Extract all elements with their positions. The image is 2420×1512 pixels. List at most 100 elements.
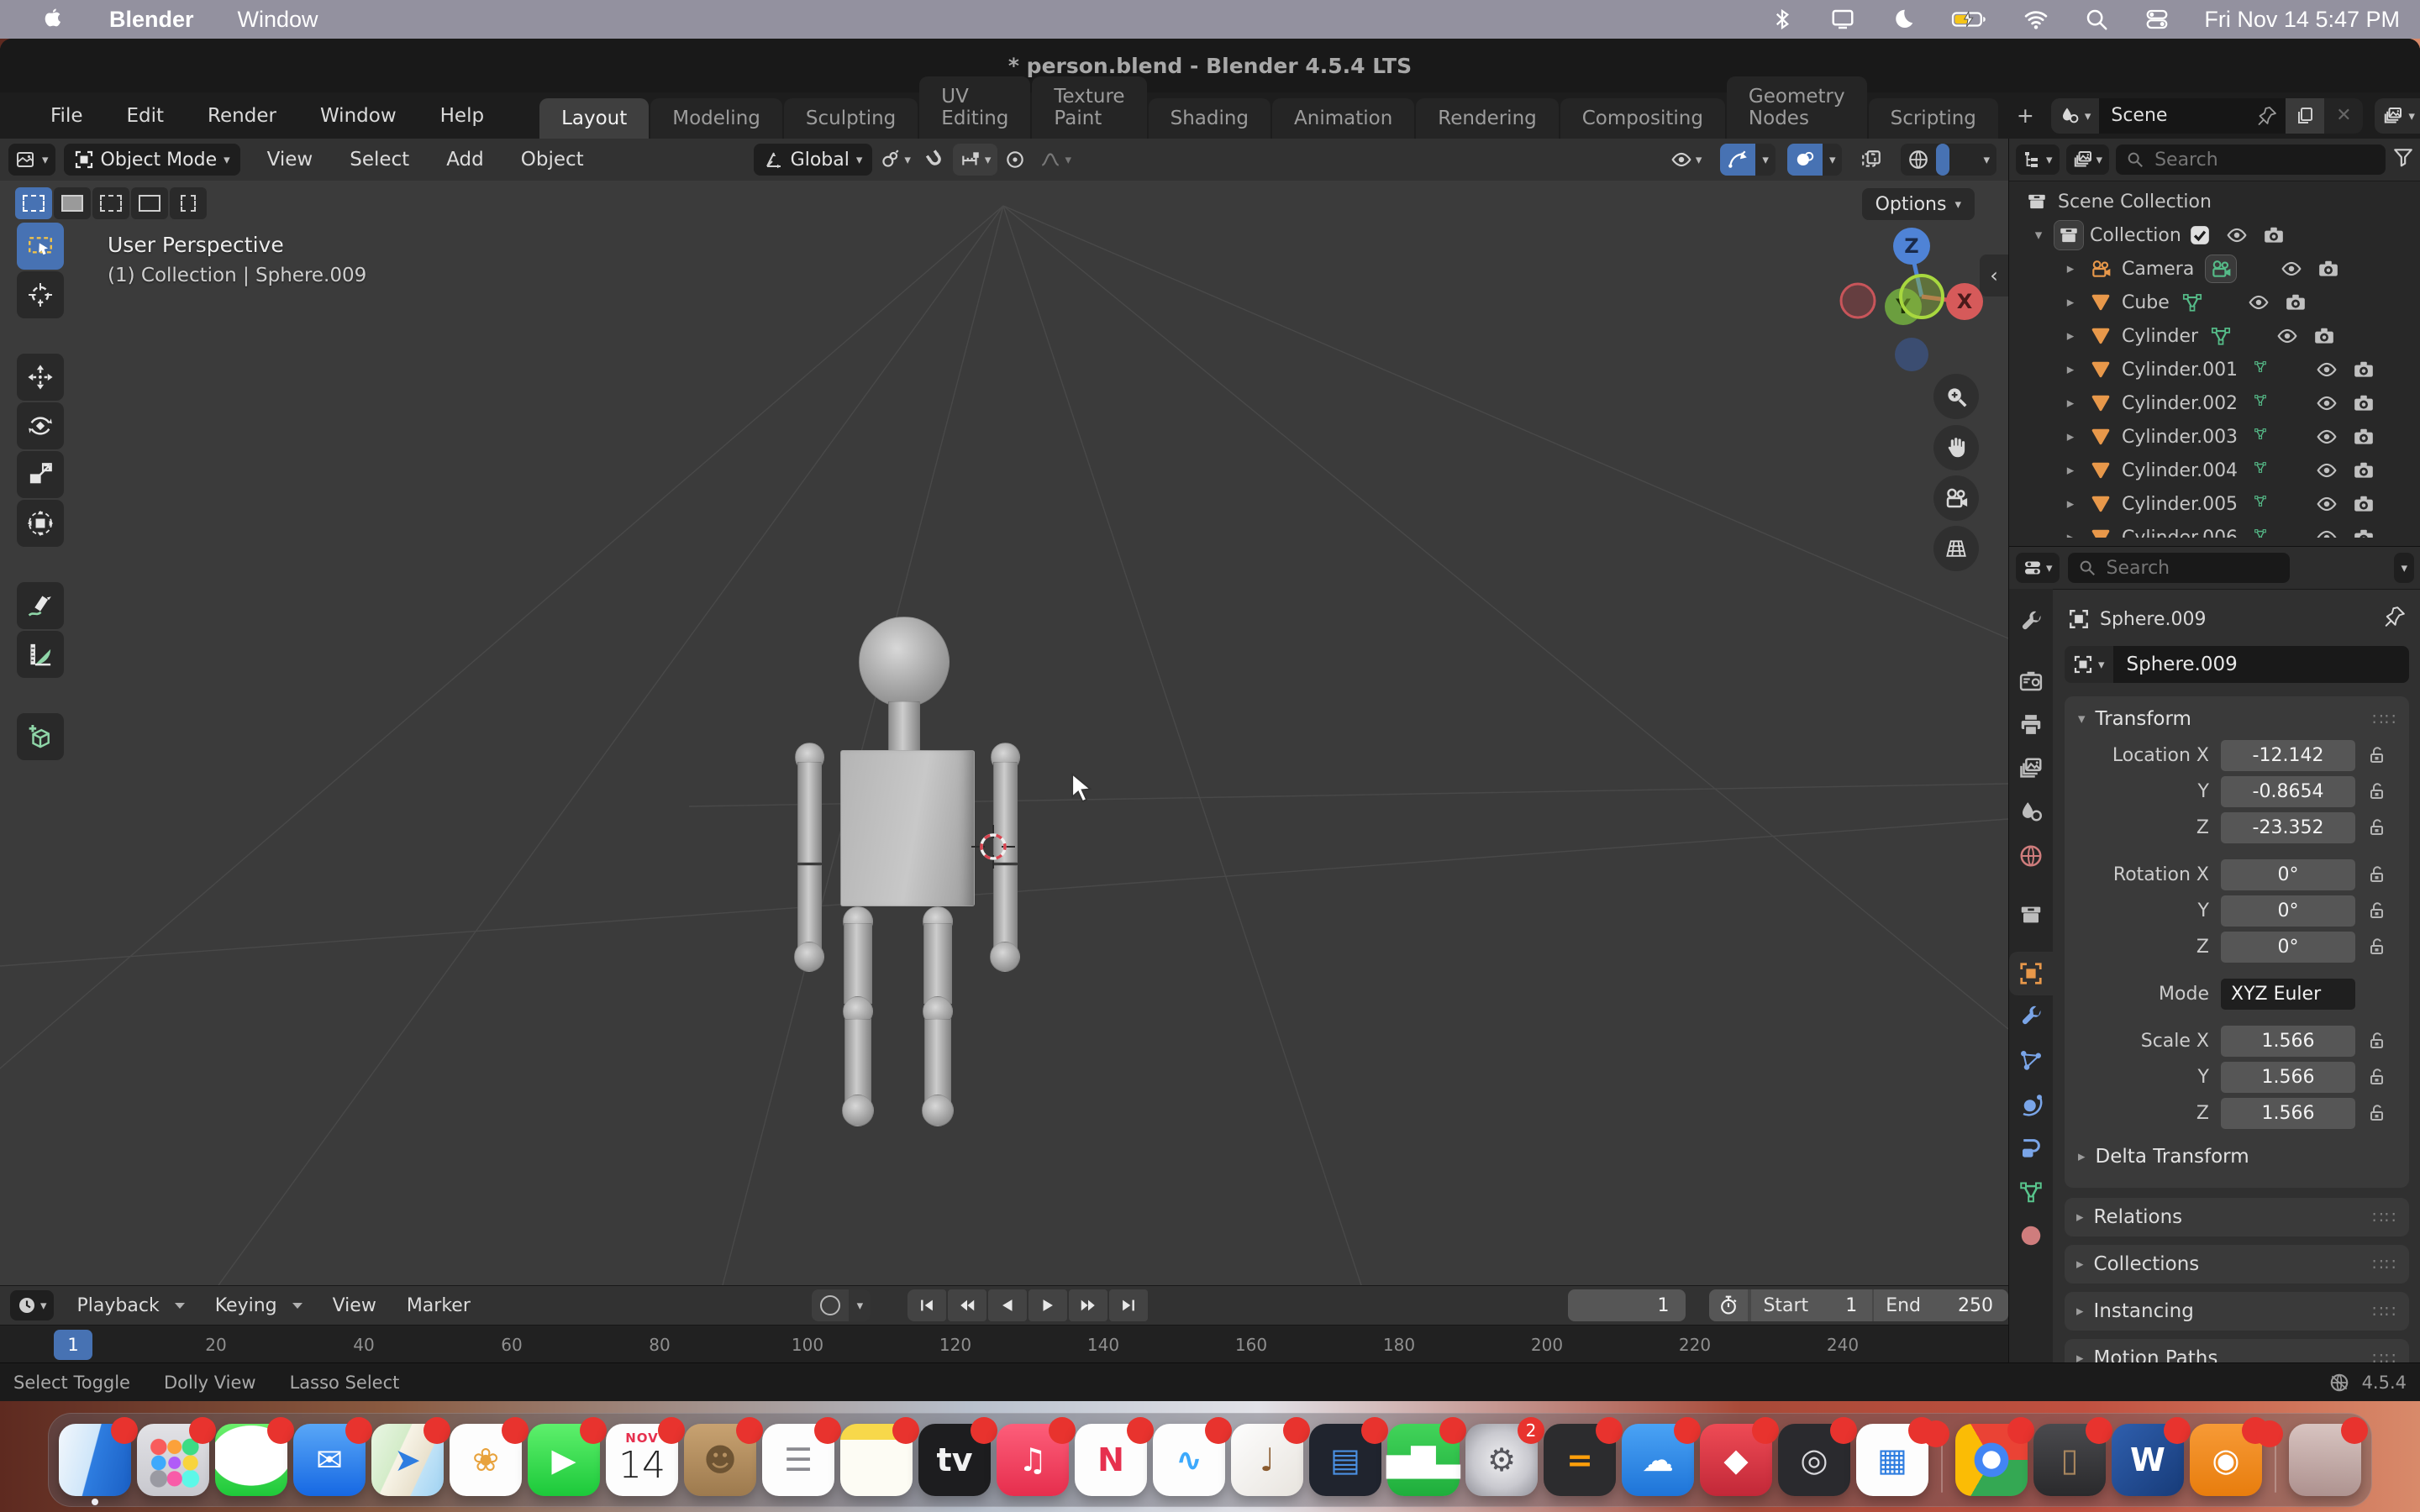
pan-view-hand-button[interactable] <box>1933 425 1979 470</box>
outliner-row-cylinder[interactable]: ▸ Cylinder <box>2009 319 2420 353</box>
properties-tab-output[interactable] <box>2009 703 2053 747</box>
dock-icon-photos[interactable]: ❀ <box>450 1424 522 1496</box>
dock-icon-maps[interactable]: ➤ <box>371 1424 444 1496</box>
menubar-menu-window[interactable]: Window <box>238 7 318 33</box>
hide-in-viewport-eye-icon[interactable] <box>2308 459 2345 481</box>
viewport-menu[interactable]: View <box>249 149 332 171</box>
rotation-z-field[interactable]: 0° <box>2221 932 2355 963</box>
dock-icon-news[interactable]: N <box>1075 1424 1147 1496</box>
object-name[interactable]: Collection <box>2090 225 2181 246</box>
workspace-tab[interactable]: Animation <box>1272 98 1414 139</box>
properties-search[interactable] <box>2068 553 2290 583</box>
panel-relations[interactable]: ▸Relations ∷∷ <box>2065 1198 2409 1236</box>
dock-icon-system-settings[interactable]: ⚙ 2 <box>1465 1424 1538 1496</box>
pin-id-icon[interactable] <box>2384 606 2406 633</box>
dock-icon-trash[interactable] <box>2289 1424 2361 1496</box>
disable-in-renders-camera-icon[interactable] <box>2310 258 2347 280</box>
editor-type-selector[interactable]: ▾ <box>8 144 55 176</box>
expand-toggle[interactable]: ▸ <box>2054 428 2086 445</box>
disable-in-renders-camera-icon[interactable] <box>2345 459 2382 481</box>
toggle-xray-button[interactable] <box>1854 144 1889 176</box>
outliner-row-cylinder-004[interactable]: ▸ Cylinder.004 <box>2009 454 2420 487</box>
gizmo-settings-dropdown[interactable]: ▾ <box>1755 144 1776 176</box>
dock-icon-music[interactable]: ♫ <box>997 1424 1069 1496</box>
dock-icon-calendar[interactable]: NOV 14 <box>606 1424 678 1496</box>
play-reverse-button[interactable] <box>988 1289 1027 1321</box>
rotation-mode-dropdown[interactable]: XYZ Euler <box>2221 979 2355 1010</box>
lock-icon[interactable] <box>2355 864 2399 885</box>
options-button[interactable]: Options▾ <box>1862 188 1975 220</box>
object-name[interactable]: Cylinder.002 <box>2122 393 2238 414</box>
scene-browse-button[interactable]: ▾ <box>2051 98 2100 134</box>
expand-toggle[interactable]: ▸ <box>2054 294 2086 311</box>
viewport-menu[interactable]: Select <box>331 149 428 171</box>
disable-in-renders-camera-icon[interactable] <box>2306 325 2343 347</box>
object-name[interactable]: Scene Collection <box>2058 192 2212 213</box>
snap-settings-dropdown[interactable]: ▾ <box>953 144 998 176</box>
proportional-falloff-dropdown[interactable]: ▾ <box>1033 144 1078 176</box>
use-preview-range-stopwatch-icon[interactable] <box>1709 1289 1749 1321</box>
disable-in-renders-camera-icon[interactable] <box>2345 493 2382 515</box>
collection-checkbox[interactable] <box>2181 224 2218 246</box>
hide-in-viewport-eye-icon[interactable] <box>2273 258 2310 280</box>
tool-measure[interactable] <box>17 631 64 678</box>
panel-grip-icon[interactable]: ∷∷ <box>2373 1301 2397 1321</box>
properties-tab-world[interactable] <box>2009 834 2053 878</box>
tool-move[interactable] <box>17 354 64 401</box>
tool-select-box[interactable] <box>17 223 64 270</box>
hide-in-viewport-eye-icon[interactable] <box>2218 224 2255 246</box>
tool-transform[interactable] <box>17 500 64 547</box>
shading-material-preview-button[interactable] <box>1949 144 1963 176</box>
tool-scale[interactable] <box>17 451 64 498</box>
menubar-clock[interactable]: Fri Nov 14 5:47 PM <box>2204 7 2400 33</box>
workspace-tab[interactable]: Shading <box>1149 98 1270 139</box>
object-browse-button[interactable]: ▾ <box>2065 646 2113 683</box>
properties-tab-scene[interactable] <box>2009 790 2053 834</box>
hide-in-viewport-eye-icon[interactable] <box>2308 527 2345 538</box>
bluetooth-icon[interactable] <box>1769 6 1796 33</box>
hide-in-viewport-eye-icon[interactable] <box>2240 291 2277 313</box>
outliner-display-mode-dropdown[interactable]: ▾ <box>2016 144 2060 175</box>
panel-grip-icon[interactable]: ∷∷ <box>2373 709 2397 729</box>
view-navigation-gizmo[interactable]: Z X Y <box>1832 227 2008 412</box>
topbar-menu[interactable]: Window <box>298 105 418 127</box>
battery-icon[interactable] <box>1950 6 1989 33</box>
zoom-view-button[interactable] <box>1933 374 1979 419</box>
dock-icon-messages[interactable] <box>215 1424 287 1496</box>
rotation-x-field[interactable]: 0° <box>2221 859 2355 890</box>
object-name[interactable]: Cylinder <box>2122 326 2198 347</box>
outliner-row-cylinder-003[interactable]: ▸ Cylinder.003 <box>2009 420 2420 454</box>
disable-in-renders-camera-icon[interactable] <box>2345 527 2382 538</box>
dock-icon-garageband[interactable]: ♩ <box>1231 1424 1303 1496</box>
expand-toggle[interactable]: ▸ <box>2054 361 2086 378</box>
new-scene-button[interactable] <box>2286 98 2324 134</box>
snap-toggle-magnet-icon[interactable] <box>918 144 953 176</box>
panel-grip-icon[interactable]: ∷∷ <box>2373 1254 2397 1274</box>
dock-icon-numbers[interactable]: ▅▇▃ <box>1387 1424 1460 1496</box>
properties-tab-physics[interactable] <box>2009 1083 2053 1126</box>
viewport-menu[interactable]: Add <box>428 149 502 171</box>
dock-divider-2[interactable] <box>2275 1427 2276 1493</box>
hide-in-viewport-eye-icon[interactable] <box>2308 359 2345 381</box>
outliner-search[interactable] <box>2116 144 2386 175</box>
wifi-icon[interactable] <box>2023 6 2049 33</box>
select-mode-extend[interactable] <box>54 187 91 219</box>
object-name[interactable]: Cylinder.006 <box>2122 528 2238 538</box>
hide-in-viewport-eye-icon[interactable] <box>2308 493 2345 515</box>
show-gizmo-toggle[interactable] <box>1720 144 1755 176</box>
viewlayer-browse-button[interactable]: ▾ <box>2375 98 2420 134</box>
outliner-row-scene-collection[interactable]: Scene Collection <box>2009 185 2420 218</box>
lock-icon[interactable] <box>2355 900 2399 921</box>
shading-wireframe-button[interactable] <box>1901 144 1936 176</box>
timeline-ruler[interactable]: 1 20406080100120140160180200220240 <box>0 1325 2008 1364</box>
expand-toggle[interactable]: ▸ <box>2054 462 2086 479</box>
properties-tab-material[interactable] <box>2009 1214 2053 1257</box>
object-name[interactable]: Cylinder.004 <box>2122 460 2238 481</box>
frame-start-field[interactable]: Start1 <box>1749 1289 1872 1321</box>
viewport-menu[interactable]: Object <box>502 149 602 171</box>
jump-to-prev-keyframe-button[interactable] <box>948 1289 986 1321</box>
expand-toggle[interactable]: ▸ <box>2054 260 2086 277</box>
workspace-tab[interactable]: Rendering <box>1416 98 1558 139</box>
toggle-orthographic-button[interactable] <box>1933 526 1979 571</box>
expand-toggle[interactable]: ▸ <box>2054 496 2086 512</box>
